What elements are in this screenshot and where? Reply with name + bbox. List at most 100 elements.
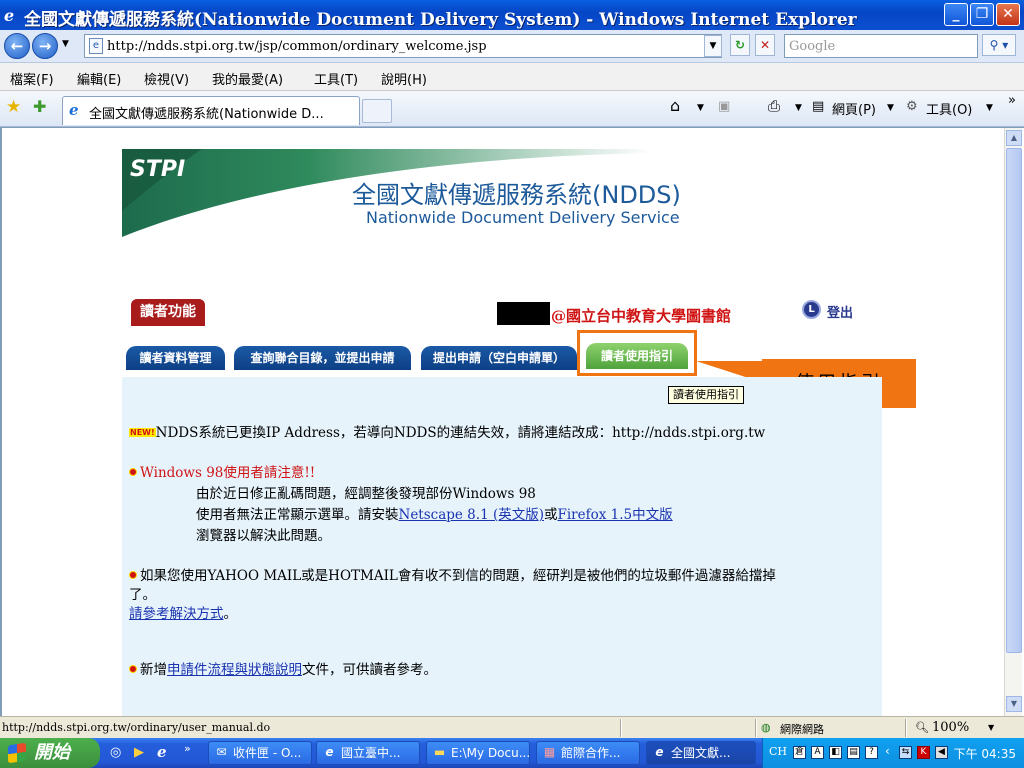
taskbar-item-ntcu[interactable]: e 國立臺中...	[316, 741, 420, 765]
firefox-link[interactable]: Firefox 1.5中文版	[557, 507, 672, 523]
search-input[interactable]: Google	[784, 34, 978, 58]
scroll-down-icon[interactable]: ▼	[1006, 696, 1022, 712]
search-button[interactable]: ⚲ ▾	[982, 34, 1016, 56]
flow-status-link[interactable]: 申請件流程與狀態說明	[167, 662, 302, 678]
menu-favorites[interactable]: 我的最愛(A)	[212, 69, 283, 88]
solution-line: 請參考解決方式。	[129, 602, 237, 622]
recent-pages-dropdown-icon[interactable]: ▼	[62, 39, 69, 49]
solution-suffix: 。	[223, 606, 238, 622]
home-icon[interactable]: ⌂	[670, 96, 680, 115]
vertical-scrollbar[interactable]: ▲ ▼	[1004, 128, 1022, 716]
tab-reader-data[interactable]: 讀者資料管理	[126, 346, 225, 370]
clock[interactable]: 下午 04:35	[954, 745, 1016, 762]
menu-view[interactable]: 檢視(V)	[144, 69, 189, 88]
back-button[interactable]: ←	[4, 33, 30, 59]
taskbar-item-explorer[interactable]: ▬ E:\My Docu...	[426, 741, 530, 765]
menu-edit[interactable]: 編輯(E)	[77, 69, 121, 88]
add-favorite-icon[interactable]: ✚	[33, 97, 46, 116]
input-language[interactable]: CH	[769, 745, 787, 758]
window-title: 全國文獻傳遞服務系統(Nationwide Document Delivery …	[24, 10, 857, 30]
win98-title-text: Windows 98使用者請注意!!	[140, 465, 316, 481]
bullet-icon	[129, 571, 137, 579]
stpi-logo: STPI	[130, 157, 186, 182]
tab-union-catalog[interactable]: 查詢聯合目錄，並提出申請	[234, 346, 411, 370]
page-menu-icon: ▤	[812, 99, 825, 114]
ime-icon[interactable]: 倉	[793, 746, 806, 759]
new-doc-suffix: 文件，可供讀者參考。	[302, 662, 437, 678]
tray-chevron-icon[interactable]: ‹	[885, 744, 890, 758]
tools-menu-button[interactable]: 工具(O)	[926, 99, 972, 118]
ime-shape-icon[interactable]: ◧	[829, 746, 842, 759]
zoom-level[interactable]: 100%	[932, 720, 969, 735]
menu-bar: 檔案(F) 編輯(E) 檢視(V) 我的最愛(A) 工具(T) 說明(H)	[0, 63, 1024, 91]
solution-link[interactable]: 請參考解決方式	[129, 606, 224, 622]
forward-button[interactable]: →	[32, 33, 58, 59]
security-zone: 網際網路	[780, 723, 824, 736]
taskbar-item-ill[interactable]: ▦ 館際合作...	[536, 741, 640, 765]
taskbar: 開始 ◎ ▶ e » ✉ 收件匣 - O... e 國立臺中... ▬ E:\My D…	[0, 738, 1024, 768]
menu-tools[interactable]: 工具(T)	[314, 69, 358, 88]
new-doc-notice: 新增申請件流程與狀態說明文件，可供讀者參考。	[129, 658, 437, 678]
volume-icon[interactable]: ◀	[935, 746, 948, 759]
taskbar-label: 全國文獻...	[671, 746, 731, 760]
ip-notice: NEW!NDDS系統已更換IP Address，若導向NDDS的連結失效，請將連…	[129, 421, 765, 441]
page-dropdown-icon[interactable]: ▼	[887, 103, 894, 113]
document-icon: ▦	[543, 745, 556, 759]
stop-icon[interactable]: ✕	[755, 34, 775, 56]
win98-line2: 使用者無法正常顯示選單。請安裝Netscape 8.1 (英文版)或Firefo…	[196, 503, 673, 523]
tab-user-guide[interactable]: 讀者使用指引	[586, 343, 688, 369]
show-desktop-icon[interactable]: ◎	[110, 745, 121, 760]
start-button[interactable]: 開始	[0, 738, 100, 768]
library-name: @國立台中教育大學圖書館	[551, 307, 732, 325]
or-text: 或	[543, 507, 558, 523]
zoom-dropdown-icon[interactable]: ▼	[988, 723, 994, 732]
minimize-button[interactable]: _	[944, 3, 968, 26]
taskbar-label: 收件匣 - O...	[233, 746, 302, 760]
address-toolbar: ← → ▼ e http://ndds.stpi.org.tw/jsp/comm…	[0, 30, 1024, 63]
window-title-bar: e 全國文獻傳遞服務系統(Nationwide Document Deliver…	[0, 0, 1024, 30]
tab-bar: ★ ✚ e 全國文獻傳遞服務系統(Nationwide D... ⌂ ▼ ▣ ⎙…	[0, 91, 1024, 127]
status-url: http://ndds.stpi.org.tw/ordinary/user_ma…	[2, 721, 271, 734]
page-icon: e	[89, 38, 103, 54]
site-title-zh: 全國文獻傳遞服務系統(NDDS)	[352, 181, 681, 209]
new-tab-button[interactable]	[362, 99, 392, 123]
win98-title: Windows 98使用者請注意!!	[129, 461, 315, 481]
close-button[interactable]: ✕	[996, 3, 1020, 26]
media-player-icon[interactable]: ▶	[134, 745, 144, 760]
bullet-icon	[129, 665, 137, 673]
scroll-up-icon[interactable]: ▲	[1006, 130, 1022, 146]
logout-icon[interactable]: L	[802, 300, 821, 319]
yahoo-line1: 如果您使用YAHOO MAIL或是HOTMAIL會有收不到信的問題，經研判是被他…	[140, 568, 776, 584]
page-menu-button[interactable]: 網頁(P)	[832, 99, 876, 118]
maximize-button[interactable]: ❐	[970, 3, 994, 26]
taskbar-label: E:\My Docu...	[451, 746, 530, 760]
win98-line1: 由於近日修正亂碼問題，經調整後發現部份Windows 98	[196, 486, 536, 502]
quicklaunch-more-icon[interactable]: »	[184, 742, 191, 755]
tab-ndds[interactable]: e 全國文獻傳遞服務系統(Nationwide D...	[62, 96, 360, 125]
menu-file[interactable]: 檔案(F)	[10, 69, 54, 88]
print-dropdown-icon[interactable]: ▼	[795, 103, 802, 113]
address-field[interactable]: e http://ndds.stpi.org.tw/jsp/common/ord…	[84, 34, 722, 58]
tab-blank-request[interactable]: 提出申請（空白申請單）	[421, 346, 577, 370]
logout-link[interactable]: 登出	[827, 302, 853, 321]
menu-help[interactable]: 說明(H)	[381, 69, 427, 88]
antivirus-icon[interactable]: K	[917, 746, 930, 759]
taskbar-item-outlook[interactable]: ✉ 收件匣 - O...	[208, 741, 312, 765]
status-bar: http://ndds.stpi.org.tw/ordinary/user_ma…	[0, 716, 1024, 738]
home-dropdown-icon[interactable]: ▼	[697, 103, 704, 113]
tools-dropdown-icon[interactable]: ▼	[986, 103, 993, 113]
network-icon[interactable]: ⇆	[899, 746, 912, 759]
feeds-icon[interactable]: ▣	[718, 99, 730, 114]
ime-help-icon[interactable]: ?	[865, 746, 878, 759]
taskbar-item-ndds[interactable]: e 全國文獻...	[646, 741, 756, 765]
netscape-link[interactable]: Netscape 8.1 (英文版)	[399, 507, 544, 523]
chevron-right-icon[interactable]: »	[1008, 93, 1016, 108]
print-icon[interactable]: ⎙	[768, 97, 780, 115]
favorites-star-icon[interactable]: ★	[6, 97, 21, 117]
refresh-icon[interactable]: ↻	[730, 34, 750, 56]
ime-mode-icon[interactable]: A	[811, 746, 824, 759]
ime-keyboard-icon[interactable]: ▤	[847, 746, 860, 759]
address-dropdown-icon[interactable]: ▼	[704, 35, 722, 57]
ie-quicklaunch-icon[interactable]: e	[157, 743, 167, 761]
scroll-thumb[interactable]	[1006, 148, 1022, 653]
